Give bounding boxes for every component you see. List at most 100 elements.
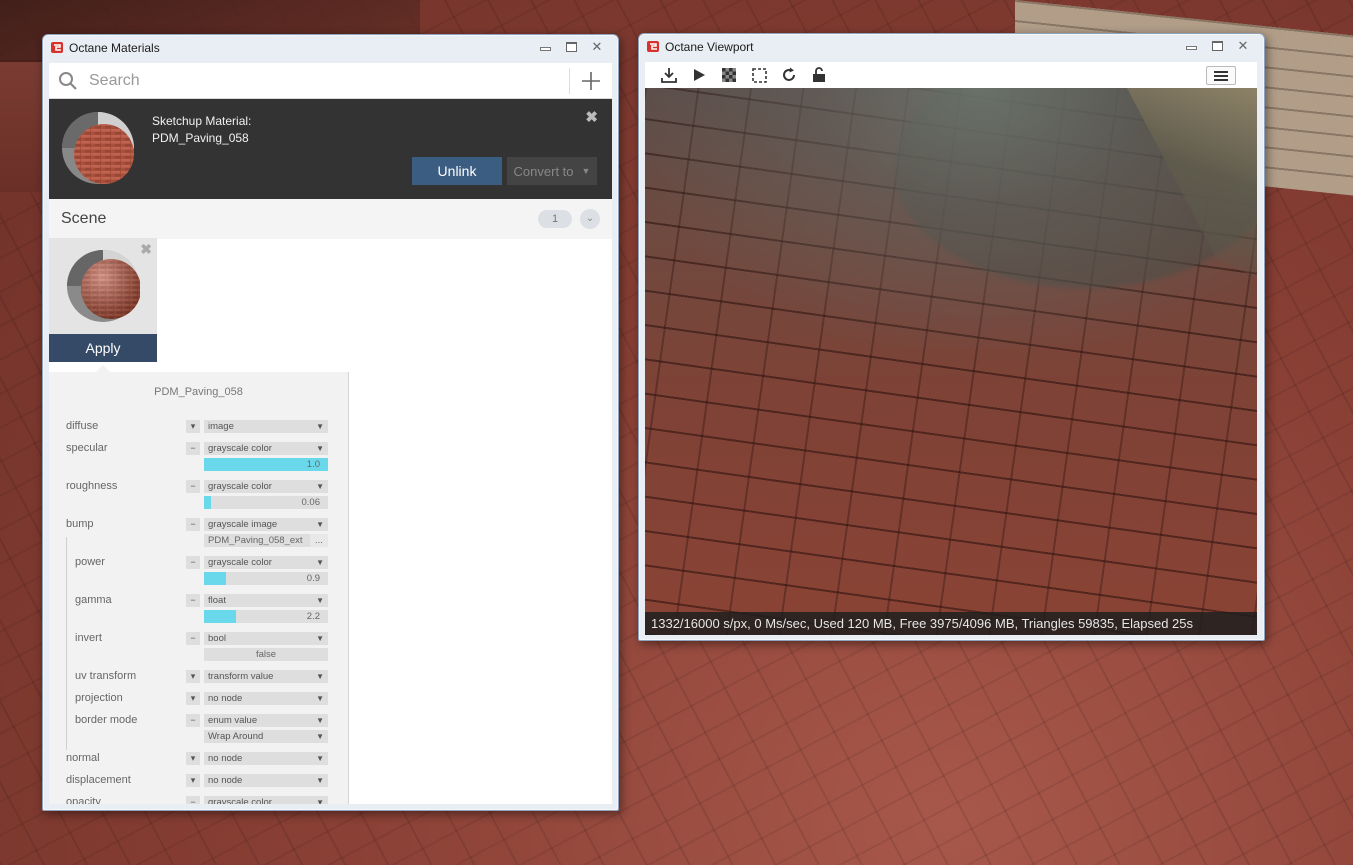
prop-type-dropdown[interactable]: no node ▼ [204, 692, 328, 705]
render-status-bar: 1332/16000 s/px, 0 Ms/sec, Used 120 MB, … [645, 612, 1257, 635]
scene-count-badge: 1 [538, 210, 572, 228]
prop-type-dropdown[interactable]: grayscale color ▼ [204, 442, 328, 455]
prop-row-opacity: opacity − grayscale color ▼ [49, 795, 348, 804]
prop-type-label: grayscale color [208, 557, 272, 568]
prop-type-dropdown[interactable]: no node ▼ [204, 774, 328, 787]
prop-type-dropdown[interactable]: float ▼ [204, 594, 328, 607]
prop-collapse-button[interactable]: − [186, 518, 200, 531]
prop-expand-button[interactable]: ▾ [186, 420, 200, 433]
prop-collapse-button[interactable]: − [186, 480, 200, 493]
slider-value: 1.0 [306, 459, 320, 470]
viewport-titlebar[interactable]: Octane Viewport ✕ [639, 34, 1264, 58]
close-button[interactable]: ✕ [584, 38, 610, 55]
viewport-menu-button[interactable] [1206, 66, 1236, 85]
download-icon[interactable] [661, 67, 677, 83]
unlock-icon[interactable] [811, 67, 827, 83]
apply-button[interactable]: Apply [49, 334, 157, 362]
invert-toggle[interactable]: false [204, 648, 328, 661]
panel-pointer [96, 365, 110, 372]
prop-collapse-button[interactable]: − [186, 556, 200, 569]
prop-type-label: float [208, 595, 226, 606]
plus-icon [582, 72, 600, 90]
prop-type-dropdown[interactable]: grayscale color ▼ [204, 556, 328, 569]
prop-type-dropdown[interactable]: image ▼ [204, 420, 328, 433]
prop-type-dropdown[interactable]: enum value ▼ [204, 714, 328, 727]
prop-label: bump [66, 518, 94, 530]
chevron-down-icon: ▼ [316, 634, 324, 643]
close-button[interactable]: ✕ [1230, 37, 1256, 54]
prop-label: diffuse [66, 420, 99, 432]
prop-slider-gamma[interactable]: 2.2 [204, 610, 328, 623]
scene-collapse-button[interactable]: ⌄ [580, 209, 600, 229]
prop-row-normal: normal ▾ no node ▼ [49, 751, 348, 767]
prop-type-dropdown[interactable]: transform value ▼ [204, 670, 328, 683]
prop-type-dropdown[interactable]: bool ▼ [204, 632, 328, 645]
prop-row-border-mode: border mode − enum value ▼ [49, 713, 348, 729]
minimize-button[interactable] [532, 38, 558, 55]
prop-label: projection [75, 692, 123, 704]
prop-type-dropdown[interactable]: grayscale color ▼ [204, 480, 328, 493]
prop-row-gamma: gamma − float ▼ [49, 593, 348, 609]
prop-type-dropdown[interactable]: no node ▼ [204, 752, 328, 765]
prop-row-uv-transform: uv transform ▾ transform value ▼ [49, 669, 348, 685]
prop-label: displacement [66, 774, 131, 786]
prop-expand-button[interactable]: ▾ [186, 774, 200, 787]
prop-slider-roughness[interactable]: 0.06 [204, 496, 328, 509]
close-icon[interactable]: ✖ [585, 108, 598, 126]
prop-collapse-button[interactable]: − [186, 632, 200, 645]
prop-slider-power[interactable]: 0.9 [204, 572, 328, 585]
prop-type-label: grayscale color [208, 443, 272, 454]
materials-titlebar[interactable]: Octane Materials ✕ [43, 35, 618, 59]
prop-slider-specular[interactable]: 1.0 [204, 458, 328, 471]
sketchup-material-title: Sketchup Material: PDM_Paving_058 [152, 113, 251, 147]
prop-label: opacity [66, 796, 101, 804]
prop-collapse-button[interactable]: − [186, 594, 200, 607]
prop-row-specular: specular − grayscale color ▼ [49, 441, 348, 457]
prop-expand-button[interactable]: ▾ [186, 670, 200, 683]
properties-title: PDM_Paving_058 [154, 386, 243, 398]
chevron-down-icon: ▼ [316, 482, 324, 491]
region-select-icon[interactable] [751, 67, 767, 83]
slider-value: 0.06 [301, 497, 321, 508]
add-material-button[interactable] [569, 68, 612, 94]
prop-type-dropdown[interactable]: grayscale image ▼ [204, 518, 328, 531]
prop-type-dropdown[interactable]: grayscale color ▼ [204, 796, 328, 804]
prop-label: gamma [75, 594, 112, 606]
prop-type-label: bool [208, 633, 226, 644]
close-icon[interactable]: ✖ [140, 241, 152, 258]
maximize-button[interactable] [1204, 37, 1230, 54]
chevron-down-icon: ▼ [316, 732, 324, 741]
refresh-icon[interactable] [781, 67, 797, 83]
bump-file-field[interactable]: PDM_Paving_058_ext... [204, 534, 328, 547]
slider-fill [204, 572, 227, 585]
prop-collapse-button[interactable]: − [186, 714, 200, 727]
prop-label: specular [66, 442, 108, 454]
prop-expand-button[interactable]: ▾ [186, 752, 200, 765]
prop-collapse-button[interactable]: − [186, 442, 200, 455]
browse-file-button[interactable]: ... [310, 534, 328, 547]
checker-icon[interactable] [721, 67, 737, 83]
render-canvas[interactable] [645, 88, 1257, 635]
unlink-button[interactable]: Unlink [412, 157, 502, 185]
prop-label: roughness [66, 480, 118, 492]
hamburger-menu-icon [1214, 70, 1228, 81]
minimize-button[interactable] [1178, 37, 1204, 54]
maximize-button[interactable] [558, 38, 584, 55]
search-input[interactable] [87, 70, 551, 91]
prop-expand-button[interactable]: ▾ [186, 692, 200, 705]
prop-collapse-button[interactable]: − [186, 796, 200, 804]
chevron-down-icon: ▼ [316, 798, 324, 804]
play-icon[interactable] [691, 67, 707, 83]
prop-label: power [75, 556, 105, 568]
scene-header[interactable]: Scene 1 ⌄ [49, 199, 612, 239]
viewport-toolbar [645, 62, 1257, 88]
border-mode-select[interactable]: Wrap Around ▼ [204, 730, 328, 743]
chevron-down-icon: ▼ [316, 672, 324, 681]
scene-material-tile[interactable]: ✖ Apply [49, 238, 157, 362]
prop-row-projection: projection ▾ no node ▼ [49, 691, 348, 707]
prop-label: border mode [75, 714, 138, 726]
prop-row-power: power − grayscale color ▼ [49, 555, 348, 571]
viewport-window: Octane Viewport ✕ 1332/16000 s/px, 0 Ms/… [638, 33, 1265, 641]
chevron-down-icon: ▼ [316, 716, 324, 725]
convert-to-dropdown[interactable]: Convert to ▼ [507, 157, 597, 185]
